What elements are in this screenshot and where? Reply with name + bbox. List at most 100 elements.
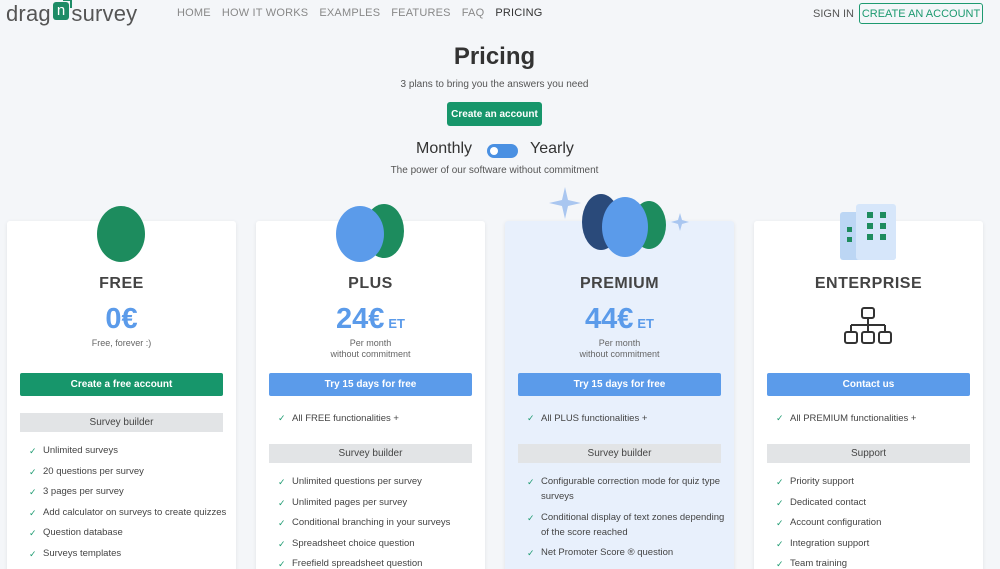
- feature-label: Conditional branching in your surveys: [292, 517, 451, 528]
- feature-item: ✓ 20 questions per survey: [29, 464, 229, 479]
- plan-name: FREE: [99, 275, 144, 292]
- feature-label: All FREE functionalities +: [292, 413, 399, 424]
- plan-price-suffix: ET: [388, 316, 405, 331]
- top-feature: ✓ All FREE functionalities +: [278, 413, 399, 424]
- plan-price-note: Per month without commitment: [256, 338, 485, 360]
- try-free-button[interactable]: Try 15 days for free: [269, 373, 472, 396]
- price-note-line1: Free, forever :): [91, 338, 152, 348]
- price-note-line2: without commitment: [330, 349, 411, 359]
- feature-item: ✓ 3 pages per survey: [29, 484, 229, 499]
- check-icon: ✓: [278, 477, 286, 487]
- feature-list: ✓ Unlimited surveys ✓ 20 questions per sur…: [29, 443, 229, 566]
- nav-link-how-it-works[interactable]: HOW IT WORKS: [222, 7, 309, 19]
- building-icon: [840, 204, 896, 260]
- plan-card-premium: PREMIUM 44€ ET Per month without commitmen…: [505, 187, 734, 569]
- feature-label: Dedicated contact: [790, 496, 867, 508]
- plan-price-amount: 44€: [584, 303, 634, 335]
- nav-link-features[interactable]: FEATURES: [391, 7, 450, 19]
- create-free-account-button[interactable]: Create a free account: [20, 373, 223, 396]
- feature-label: Team training: [790, 558, 848, 569]
- check-icon: ✓: [278, 518, 286, 528]
- check-icon: ✓: [29, 446, 37, 456]
- nav-link-home[interactable]: HOME: [177, 7, 211, 19]
- feature-list: ✓ Configurable correction mode for quiz t…: [527, 474, 727, 566]
- nav-links: HOME HOW IT WORKS EXAMPLES FEATURES FAQ …: [177, 7, 554, 19]
- feature-item: ✓ Add calculator on surveys to create qui…: [29, 505, 229, 520]
- check-icon: ✓: [527, 413, 535, 423]
- nav-link-pricing[interactable]: PRICING: [495, 7, 542, 19]
- feature-label: Surveys templates: [43, 547, 122, 559]
- logo-text-left: drag: [6, 1, 51, 26]
- section-header-survey-builder: Survey builder: [269, 444, 472, 463]
- plan-price-note: Free, forever :): [7, 338, 236, 349]
- feature-item: ✓ Surveys templates: [29, 546, 229, 561]
- feature-item: ✓ Account configuration: [776, 515, 976, 530]
- check-icon: ✓: [278, 413, 286, 423]
- sign-in-link[interactable]: SIGN IN: [813, 8, 854, 20]
- plan-price-note: Per month without commitment: [505, 338, 734, 360]
- feature-label: Account configuration: [790, 517, 882, 528]
- plan-price: 24€ ET: [256, 303, 485, 336]
- check-icon: ✓: [29, 466, 37, 477]
- feature-label: Priority support: [790, 476, 854, 487]
- check-icon: ✓: [527, 512, 535, 523]
- contact-us-button[interactable]: Contact us: [767, 373, 970, 396]
- create-account-button[interactable]: Create an account: [447, 102, 542, 126]
- check-icon: ✓: [776, 477, 784, 487]
- price-note-line1: Per month: [598, 338, 641, 348]
- toggle-knob: [490, 147, 498, 155]
- section-header-support: Support: [767, 444, 970, 463]
- check-icon: ✓: [776, 538, 784, 549]
- section-header-survey-builder: Survey builder: [20, 413, 223, 432]
- check-icon: ✓: [29, 507, 37, 518]
- check-icon: ✓: [776, 518, 784, 528]
- top-nav: drag n survey HOME HOW IT WORKS EXAMPLES…: [0, 0, 1000, 30]
- feature-item: ✓ Freefield spreadsheet question: [278, 556, 478, 569]
- price-note-line2: without commitment: [579, 349, 660, 359]
- eggs-three-sparkle-icon: [549, 187, 689, 257]
- plan-name: PLUS: [348, 275, 393, 292]
- create-account-nav-button[interactable]: CREATE AN ACCOUNT: [859, 3, 983, 24]
- feature-label: Add calculator on surveys to create quiz…: [43, 506, 227, 518]
- plan-name: PREMIUM: [579, 275, 660, 292]
- nav-link-faq[interactable]: FAQ: [462, 7, 485, 19]
- check-icon: ✓: [278, 538, 286, 549]
- try-free-button[interactable]: Try 15 days for free: [518, 373, 721, 396]
- feature-item: ✓ Integration support: [776, 536, 976, 551]
- logo-text-right: survey: [71, 1, 138, 26]
- feature-item: ✓ Unlimited questions per survey: [278, 474, 478, 489]
- feature-item: ✓ Spreadsheet choice question: [278, 536, 478, 551]
- check-icon: ✓: [29, 487, 37, 497]
- feature-list: ✓ Unlimited questions per survey ✓ Unlimit…: [278, 474, 478, 569]
- feature-label: Freefield spreadsheet question: [292, 558, 423, 569]
- plan-price-amount: 0€: [105, 303, 138, 335]
- feature-label: 20 questions per survey: [43, 465, 144, 477]
- feature-label: Unlimited surveys: [43, 445, 118, 456]
- billing-toggle[interactable]: [487, 144, 518, 158]
- logo[interactable]: drag n survey: [6, 0, 138, 27]
- plan-name: ENTERPRISE: [814, 275, 923, 292]
- check-icon: ✓: [278, 497, 286, 508]
- feature-item: ✓ Conditional branching in your surveys: [278, 515, 478, 530]
- feature-label: Net Promoter Score ® question: [541, 547, 674, 558]
- eggs-two-icon: [336, 204, 404, 262]
- feature-item: ✓ Team training: [776, 556, 976, 569]
- top-feature: ✓ All PLUS functionalities +: [527, 413, 647, 424]
- plan-price: 0€: [7, 303, 236, 336]
- plan-card-free: FREE 0€ Free, forever :) Create a free a…: [7, 206, 236, 569]
- feature-label: Integration support: [790, 537, 870, 549]
- feature-label: Configurable correction mode for quiz ty…: [541, 476, 721, 502]
- check-icon: ✓: [278, 559, 286, 569]
- page-subtitle: 3 plans to bring you the answers you nee…: [400, 79, 589, 90]
- price-note-line1: Per month: [349, 338, 392, 348]
- nav-link-examples[interactable]: EXAMPLES: [319, 7, 380, 19]
- plan-card-enterprise: ENTERPRISE Contact us ✓ All PREMIUM funct…: [754, 204, 983, 569]
- billing-toggle-row: Monthly Yearly: [0, 140, 989, 160]
- feature-item: ✓ Net Promoter Score ® question: [527, 545, 727, 560]
- check-icon: ✓: [527, 477, 535, 487]
- plan-price: 44€ ET: [505, 303, 734, 336]
- feature-item: ✓ Unlimited surveys: [29, 443, 229, 458]
- feature-list: ✓ Priority support ✓ Dedicated contact ✓ Ac…: [776, 474, 976, 569]
- page-title: Pricing: [453, 43, 536, 70]
- feature-label: Spreadsheet choice question: [292, 537, 415, 549]
